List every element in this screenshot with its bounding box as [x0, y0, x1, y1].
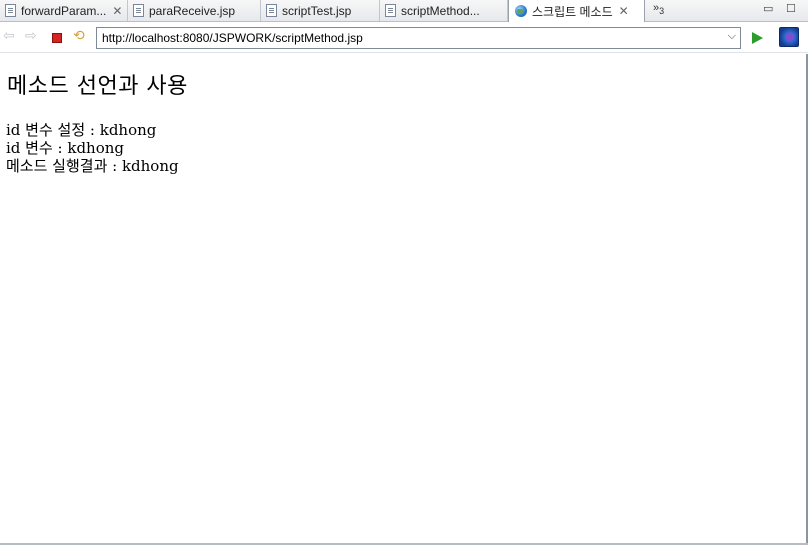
tab-forwardparam[interactable]: forwardParam... ✕ [0, 0, 128, 21]
result-line-method-result: 메소드 실행결과 : kdhong [6, 157, 179, 175]
forward-arrow-icon[interactable]: ⇨ [25, 29, 37, 43]
url-text: http://localhost:8080/JSPWORK/scriptMeth… [102, 31, 363, 45]
jsp-file-icon [5, 4, 16, 17]
editor-tab-bar: forwardParam... ✕ paraReceive.jsp script… [0, 0, 808, 22]
close-icon[interactable]: ✕ [619, 5, 629, 17]
jsp-file-icon [266, 4, 277, 17]
minimize-button[interactable]: ▭ [763, 3, 773, 14]
tab-label: scriptMethod... [401, 3, 480, 18]
tab-label: forwardParam... [21, 3, 107, 18]
chevron-down-icon[interactable]: ⌵ [728, 30, 736, 43]
hidden-tab-count: 3 [659, 6, 665, 17]
back-arrow-icon[interactable]: ⇦ [3, 29, 15, 43]
browser-content: 메소드 선언과 사용 id 변수 설정 : kdhong id 변수 : kdh… [0, 54, 806, 543]
tab-label: paraReceive.jsp [149, 3, 236, 18]
tab-label: 스크립트 메소드 [532, 4, 613, 19]
jsp-file-icon [133, 4, 144, 17]
result-line-id-var: id 변수 : kdhong [6, 139, 125, 157]
browser-toolbar: ⇦ ⇨ ⟲ http://localhost:8080/JSPWORK/scri… [0, 23, 808, 53]
url-input[interactable]: http://localhost:8080/JSPWORK/scriptMeth… [96, 27, 741, 49]
tab-parareceive[interactable]: paraReceive.jsp [128, 0, 261, 21]
go-icon[interactable] [752, 32, 763, 44]
tab-scriptmethod[interactable]: scriptMethod... [380, 0, 508, 21]
jsp-file-icon [385, 4, 396, 17]
refresh-icon[interactable]: ⟲ [73, 28, 85, 44]
tab-label: scriptTest.jsp [282, 3, 352, 18]
tab-script-method-browser[interactable]: 스크립트 메소드 ✕ [508, 0, 645, 22]
close-icon[interactable]: ✕ [112, 5, 122, 17]
stop-icon[interactable] [52, 33, 62, 43]
tab-scripttest[interactable]: scriptTest.jsp [261, 0, 380, 21]
maximize-button[interactable]: ☐ [786, 3, 796, 14]
tab-overflow-button[interactable]: »3 [653, 2, 664, 16]
globe-icon [515, 5, 527, 17]
page-heading: 메소드 선언과 사용 [7, 74, 188, 99]
eclipse-icon[interactable] [779, 27, 799, 47]
result-line-id-set: id 변수 설정 : kdhong [6, 121, 157, 139]
